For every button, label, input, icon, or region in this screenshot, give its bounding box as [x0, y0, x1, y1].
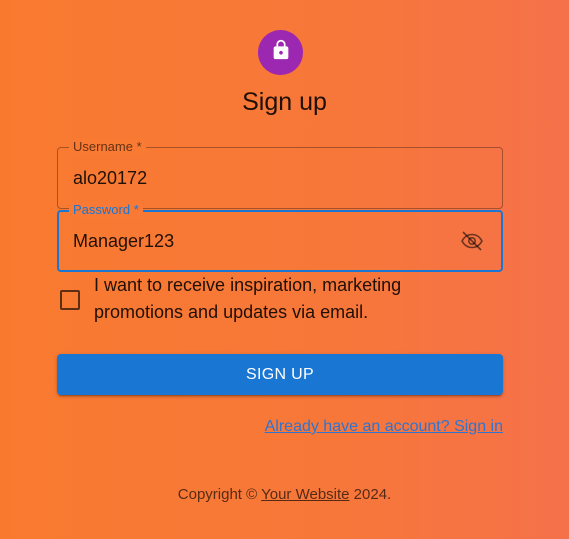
- website-link[interactable]: Your Website: [261, 486, 349, 503]
- marketing-checkbox-label: I want to receive inspiration, marketing…: [94, 275, 402, 322]
- sign-in-link[interactable]: Already have an account? Sign in: [265, 417, 503, 437]
- copyright-year: 2024.: [353, 486, 392, 503]
- marketing-checkbox-row[interactable]: I want to receive inspiration, marketing…: [58, 272, 478, 326]
- password-field[interactable]: Password *: [57, 202, 503, 272]
- username-input[interactable]: [73, 147, 443, 209]
- copyright-prefix: Copyright ©: [177, 486, 258, 503]
- avatar: [258, 30, 303, 75]
- visibility-off-icon[interactable]: [459, 228, 485, 254]
- password-input[interactable]: [73, 210, 443, 272]
- copyright: Copyright © Your Website 2024.: [0, 485, 569, 505]
- sign-up-button[interactable]: SIGN UP: [57, 354, 503, 395]
- lock-icon: [270, 39, 292, 66]
- marketing-checkbox[interactable]: [60, 290, 80, 310]
- page-title: Sign up: [242, 88, 327, 116]
- username-field[interactable]: Username *: [57, 139, 503, 209]
